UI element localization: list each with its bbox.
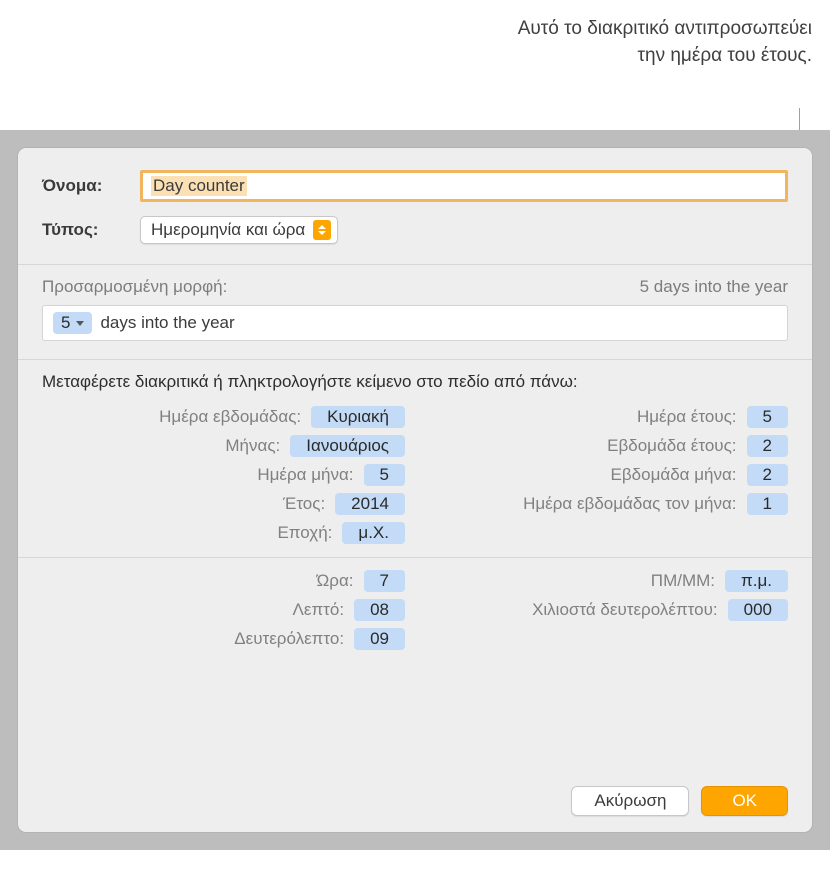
name-label: Όνομα: bbox=[42, 176, 140, 196]
format-dialog: Όνομα: Day counter Τύπος: Ημερομηνία και… bbox=[18, 148, 812, 832]
time-token-token[interactable]: 7 bbox=[364, 570, 405, 592]
date-token-token[interactable]: μ.Χ. bbox=[342, 522, 405, 544]
date-token-label: Εβδομάδα έτους: bbox=[425, 436, 747, 456]
date-token-row: Ημέρα εβδομάδας:Κυριακή bbox=[42, 406, 405, 428]
format-suffix-text: days into the year bbox=[100, 313, 234, 333]
time-token-row: Λεπτό:08 bbox=[42, 599, 405, 621]
time-token-token[interactable]: 09 bbox=[354, 628, 405, 650]
date-token-token[interactable]: Ιανουάριος bbox=[290, 435, 405, 457]
time-token-row: Ώρα:7 bbox=[42, 570, 405, 592]
chevron-down-icon bbox=[76, 321, 84, 326]
type-select-value: Ημερομηνία και ώρα bbox=[151, 220, 305, 240]
time-token-label: Δευτερόλεπτο: bbox=[42, 629, 354, 649]
stepper-icon bbox=[313, 220, 331, 240]
dialog-footer: Ακύρωση OK bbox=[42, 778, 788, 816]
date-token-token[interactable]: 5 bbox=[747, 406, 788, 428]
time-token-row: Χιλιοστά δευτερολέπτου:000 bbox=[425, 599, 788, 621]
date-token-row: Ημέρα μήνα:5 bbox=[42, 464, 405, 486]
callout-text: Αυτό το διακριτικό αντιπροσωπεύει την ημ… bbox=[492, 16, 812, 69]
time-token-grid: Ώρα:7Λεπτό:08Δευτερόλεπτο:09 ΠΜ/ΜΜ:π.μ.Χ… bbox=[42, 570, 788, 657]
custom-format-header: Προσαρμοσμένη μορφή: 5 days into the yea… bbox=[42, 277, 788, 297]
date-token-row: Ημέρα εβδομάδας τον μήνα:1 bbox=[425, 493, 788, 515]
date-token-row: Εποχή:μ.Χ. bbox=[42, 522, 405, 544]
divider bbox=[18, 359, 812, 360]
name-row: Όνομα: Day counter bbox=[42, 170, 788, 202]
date-token-label: Ημέρα εβδομάδας τον μήνα: bbox=[425, 494, 747, 514]
name-input-value: Day counter bbox=[151, 176, 247, 196]
date-token-token[interactable]: 2014 bbox=[335, 493, 405, 515]
type-select[interactable]: Ημερομηνία και ώρα bbox=[140, 216, 338, 244]
time-token-token[interactable]: 000 bbox=[728, 599, 788, 621]
format-token-day-of-year[interactable]: 5 bbox=[53, 312, 92, 334]
format-preview: 5 days into the year bbox=[640, 277, 788, 297]
time-token-row: Δευτερόλεπτο:09 bbox=[42, 628, 405, 650]
time-token-token[interactable]: π.μ. bbox=[725, 570, 788, 592]
time-token-label: Χιλιοστά δευτερολέπτου: bbox=[425, 600, 728, 620]
format-token-value: 5 bbox=[61, 313, 70, 333]
date-token-label: Εβδομάδα μήνα: bbox=[425, 465, 747, 485]
time-token-token[interactable]: 08 bbox=[354, 599, 405, 621]
type-label: Τύπος: bbox=[42, 220, 140, 240]
name-input[interactable]: Day counter bbox=[140, 170, 788, 202]
divider bbox=[18, 557, 812, 558]
date-token-token[interactable]: 1 bbox=[747, 493, 788, 515]
format-field[interactable]: 5 days into the year bbox=[42, 305, 788, 341]
date-token-row: Μήνας:Ιανουάριος bbox=[42, 435, 405, 457]
date-token-token[interactable]: 2 bbox=[747, 435, 788, 457]
date-token-token[interactable]: Κυριακή bbox=[311, 406, 405, 428]
date-token-label: Μήνας: bbox=[42, 436, 290, 456]
date-token-row: Εβδομάδα έτους:2 bbox=[425, 435, 788, 457]
dialog-backdrop: Όνομα: Day counter Τύπος: Ημερομηνία και… bbox=[0, 130, 830, 850]
date-token-token[interactable]: 2 bbox=[747, 464, 788, 486]
cancel-button[interactable]: Ακύρωση bbox=[571, 786, 689, 816]
date-token-label: Έτος: bbox=[42, 494, 335, 514]
date-token-row: Εβδομάδα μήνα:2 bbox=[425, 464, 788, 486]
date-token-row: Έτος:2014 bbox=[42, 493, 405, 515]
date-token-token[interactable]: 5 bbox=[364, 464, 405, 486]
ok-button[interactable]: OK bbox=[701, 786, 788, 816]
divider bbox=[18, 264, 812, 265]
date-token-row: Ημέρα έτους:5 bbox=[425, 406, 788, 428]
time-token-label: Ώρα: bbox=[42, 571, 364, 591]
date-token-label: Εποχή: bbox=[42, 523, 342, 543]
type-row: Τύπος: Ημερομηνία και ώρα bbox=[42, 216, 788, 244]
time-token-label: ΠΜ/ΜΜ: bbox=[425, 571, 725, 591]
custom-format-label: Προσαρμοσμένη μορφή: bbox=[42, 277, 227, 297]
date-token-label: Ημέρα έτους: bbox=[425, 407, 747, 427]
date-token-label: Ημέρα εβδομάδας: bbox=[42, 407, 311, 427]
time-token-label: Λεπτό: bbox=[42, 600, 354, 620]
date-token-label: Ημέρα μήνα: bbox=[42, 465, 364, 485]
time-token-row: ΠΜ/ΜΜ:π.μ. bbox=[425, 570, 788, 592]
date-token-grid: Ημέρα εβδομάδας:Κυριακή Μήνας:Ιανουάριος Η… bbox=[42, 406, 788, 551]
drag-instructions: Μεταφέρετε διακριτικά ή πληκτρολογήστε κ… bbox=[42, 372, 788, 392]
